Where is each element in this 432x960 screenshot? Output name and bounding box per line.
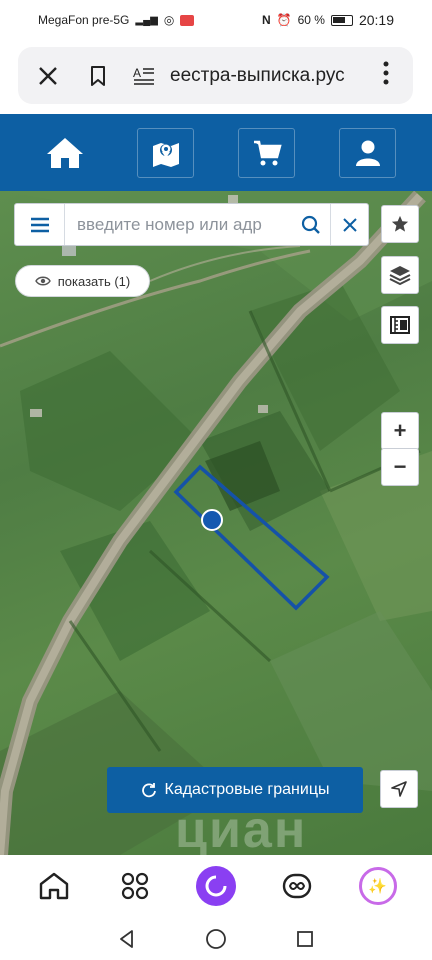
browser-address-bar: A еестра-выписка.рус [18,47,413,104]
search-menu-button[interactable] [15,204,65,245]
close-icon [342,217,357,232]
system-navigation [0,917,432,960]
search-bar [14,203,369,246]
bookmark-icon[interactable] [80,58,116,94]
cart-icon [253,140,282,165]
hamburger-icon [30,217,49,232]
zoom-out-label: − [393,454,407,479]
home-icon [46,137,83,168]
search-button[interactable] [292,204,330,245]
dock-sparkle-button[interactable]: ✨ [356,864,400,908]
status-right: Ν ⏰ 60 % 20:19 [262,12,394,28]
nav-home-button[interactable] [36,128,93,178]
sparkle-icon: ✨ [358,867,397,905]
show-results-button[interactable]: показать (1) [15,265,150,297]
bottom-dock: ✨ [0,855,432,917]
home-circle-icon[interactable] [205,928,227,950]
dock-home-button[interactable] [32,864,76,908]
infinity-icon [282,873,311,899]
locate-me-button[interactable] [380,770,418,808]
cadastral-map-icon [390,316,410,334]
user-icon [355,140,380,166]
svg-text:A: A [133,66,141,80]
nav-user-button[interactable] [339,127,396,178]
star-icon [391,215,409,232]
home-icon [40,872,69,900]
nfc-icon: Ν [261,13,271,27]
close-icon[interactable] [30,58,66,94]
cadastral-boundaries-button[interactable]: Кадастровые границы [107,767,363,813]
dock-alice-button[interactable] [194,864,238,908]
dock-infinity-button[interactable] [275,864,319,908]
layers-icon [389,266,411,286]
clock: 20:19 [358,12,394,28]
reader-mode-icon[interactable]: A [126,58,162,94]
layers-button[interactable] [381,256,419,294]
nav-map-button[interactable] [137,127,194,178]
search-icon [301,215,320,234]
carrier-label: MegaFon pre-5G [38,13,130,27]
alice-icon [195,866,236,906]
menu-dots-icon[interactable] [371,61,401,91]
nav-cart-button[interactable] [238,127,295,178]
cadastral-map-button[interactable] [381,306,419,344]
url-text[interactable]: еестра-выписка.рус [170,65,371,87]
battery-icon [330,14,353,26]
search-input[interactable] [65,204,292,245]
site-navigation [0,114,432,191]
favorites-button[interactable] [381,205,419,243]
status-bar: MegaFon pre-5G ▂▄▆ ◎ Ν ⏰ 60 % 20:19 [0,0,432,40]
map-icon [152,142,179,167]
back-icon[interactable] [117,929,137,949]
signal-icon: ▂▄▆ [135,14,158,26]
search-clear-button[interactable] [330,204,368,245]
eye-icon [34,276,51,286]
location-arrow-icon [391,781,407,797]
apps-icon [122,872,149,900]
alarm-icon: ⏰ [276,13,292,27]
zoom-in-label: + [393,418,407,443]
status-left: MegaFon pre-5G ▂▄▆ ◎ [38,13,195,27]
zoom-out-button[interactable]: − [381,448,419,486]
refresh-icon [141,783,156,798]
notification-badge-icon [180,14,195,26]
wifi-icon: ◎ [163,13,175,27]
cadastral-boundaries-label: Кадастровые границы [164,781,330,798]
battery-percent: 60 % [297,13,325,27]
zoom-in-button[interactable]: + [381,412,419,450]
show-results-label: показать (1) [57,273,131,289]
dock-apps-button[interactable] [113,864,157,908]
recents-icon[interactable] [295,929,315,949]
